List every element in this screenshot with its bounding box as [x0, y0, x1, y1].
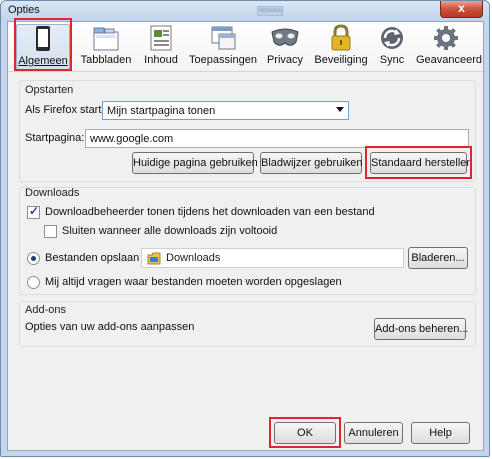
tab-toepassingen[interactable]: Toepassingen — [188, 24, 258, 70]
cancel-button[interactable]: Annuleren — [344, 422, 403, 444]
tab-label-sync: Sync — [379, 54, 405, 66]
download-folder-field: Downloads — [141, 248, 404, 268]
download-folder-name: Downloads — [166, 252, 221, 264]
tab-tabbladen[interactable]: Tabbladen — [78, 24, 134, 70]
when-firefox-starts-select[interactable]: Mijn startpagina tonen — [102, 101, 349, 120]
gear-icon — [430, 24, 462, 52]
save-to-folder-radio[interactable] — [27, 252, 40, 265]
show-download-manager-label: Downloadbeheerder tonen tijdens het down… — [45, 206, 375, 218]
tab-label-toepassingen: Toepassingen — [189, 54, 257, 66]
background-window-tab: Verbeteren — [257, 6, 283, 16]
always-ask-radio[interactable] — [27, 276, 40, 289]
addons-options-label: Opties van uw add-ons aanpassen — [25, 321, 195, 333]
tab-label-privacy: Privacy — [266, 54, 304, 66]
tab-inhoud[interactable]: Inhoud — [140, 24, 182, 70]
tab-sync[interactable]: Sync — [375, 24, 409, 70]
when-firefox-starts-value: Mijn startpagina tonen — [107, 105, 216, 117]
close-button[interactable]: x — [440, 1, 483, 18]
selected-tab-highlight — [14, 18, 72, 71]
privacy-mask-icon — [269, 24, 301, 52]
restore-default-highlight — [365, 146, 472, 179]
tabs-panel-icon — [90, 24, 122, 52]
close-when-done-checkbox[interactable] — [44, 225, 57, 238]
homepage-label: Startpagina: — [25, 132, 85, 144]
when-firefox-starts-label: Als Firefox start: — [25, 104, 105, 116]
use-bookmark-button[interactable]: Bladwijzer gebruiken — [260, 152, 363, 174]
close-when-done-label: Sluiten wanneer alle downloads zijn volt… — [62, 225, 278, 237]
show-download-manager-checkbox[interactable] — [27, 204, 40, 219]
folder-icon — [147, 252, 161, 268]
homepage-value: www.google.com — [90, 133, 174, 145]
options-window: Opties Verbeteren x Algemeen — [0, 0, 490, 457]
options-client-area: Algemeen Tabbladen Inhoud Toepassingen P… — [7, 18, 484, 451]
help-button[interactable]: Help — [411, 422, 470, 444]
tab-beveiliging[interactable]: Beveiliging — [313, 24, 369, 70]
use-current-page-button[interactable]: Huidige pagina gebruiken — [132, 152, 258, 174]
addons-section-title: Add-ons — [25, 304, 66, 316]
tab-label-beveiliging: Beveiliging — [314, 54, 368, 66]
title-bar[interactable]: Opties Verbeteren x — [1, 1, 489, 21]
downloads-section-title: Downloads — [25, 187, 80, 199]
tab-label-tabbladen: Tabbladen — [80, 54, 132, 66]
window-title: Opties — [8, 4, 40, 16]
applications-panel-icon — [207, 24, 239, 52]
manage-addons-button[interactable]: Add-ons beheren... — [374, 318, 469, 340]
tab-geavanceerd[interactable]: Geavanceerd — [416, 24, 483, 70]
ok-button-highlight — [269, 417, 341, 448]
save-to-folder-label: Bestanden opslaan in — [45, 252, 151, 264]
tab-label-inhoud: Inhoud — [144, 54, 178, 66]
chevron-down-icon — [336, 107, 344, 112]
tab-label-geavanceerd: Geavanceerd — [416, 54, 483, 66]
panel-toolbar: Algemeen Tabbladen Inhoud Toepassingen P… — [8, 22, 483, 72]
sync-icon — [376, 24, 408, 52]
startup-section-title: Opstarten — [25, 84, 74, 96]
padlock-icon — [325, 24, 357, 52]
always-ask-label: Mij altijd vragen waar bestanden moeten … — [45, 276, 342, 288]
content-panel-icon — [145, 24, 177, 52]
tab-privacy[interactable]: Privacy — [263, 24, 307, 70]
browse-button[interactable]: Bladeren... — [408, 247, 468, 269]
